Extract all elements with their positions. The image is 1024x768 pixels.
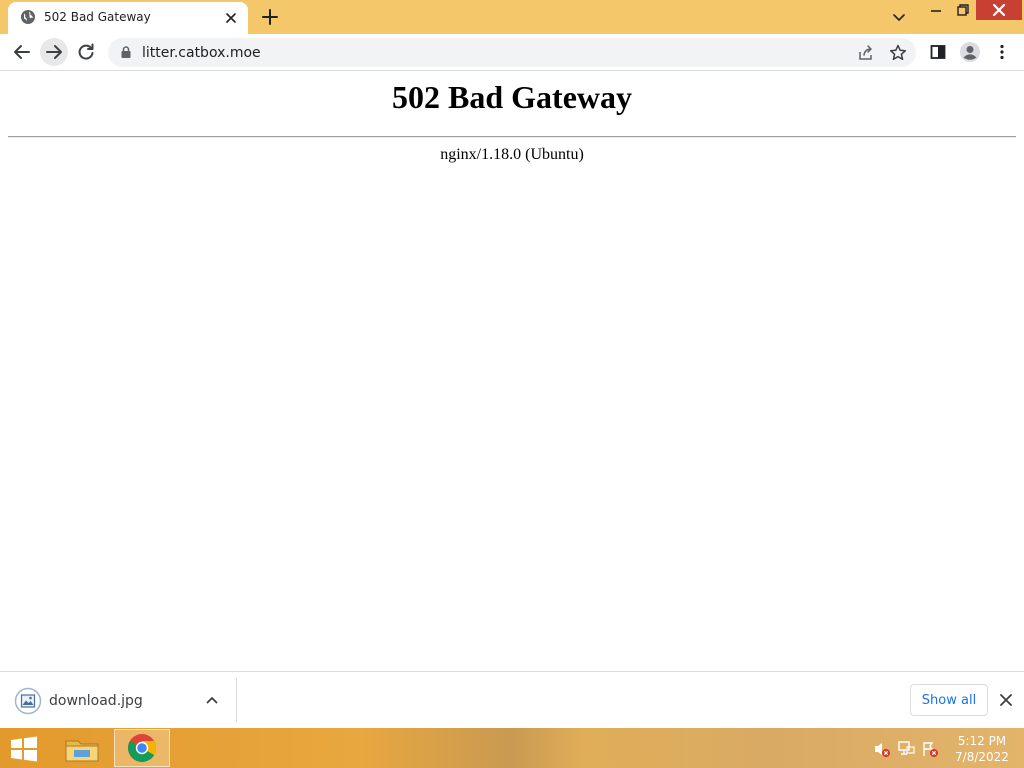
taskbar-chrome-button[interactable]: [114, 729, 170, 767]
reload-icon: [78, 43, 94, 60]
image-file-icon: [14, 687, 42, 715]
windows-taskbar: 5:12 PM 7/8/2022: [0, 728, 1024, 768]
horizontal-rule: [8, 136, 1016, 138]
close-icon[interactable]: [996, 690, 1016, 710]
download-filename: download.jpg: [49, 693, 143, 709]
download-item[interactable]: download.jpg: [0, 672, 236, 728]
tab-close-icon[interactable]: [222, 9, 240, 27]
url-text[interactable]: litter.catbox.moe: [142, 45, 261, 61]
side-panel-button[interactable]: [924, 38, 952, 66]
globe-icon: [21, 10, 35, 24]
system-clock[interactable]: 5:12 PM 7/8/2022: [946, 733, 1018, 765]
network-icon[interactable]: [897, 740, 915, 758]
address-bar[interactable]: litter.catbox.moe: [108, 38, 916, 67]
show-all-button[interactable]: Show all: [910, 684, 988, 716]
browser-menu-button[interactable]: [988, 38, 1016, 66]
shelf-divider: [236, 678, 237, 722]
chevron-up-icon[interactable]: [203, 691, 221, 709]
new-tab-icon[interactable]: [260, 7, 280, 27]
server-info: nginx/1.18.0 (Ubuntu): [440, 146, 584, 163]
action-center-flag-icon[interactable]: [921, 740, 939, 758]
browser-tabstrip: 502 Bad Gateway: [0, 0, 1024, 34]
clock-date: 7/8/2022: [955, 750, 1009, 764]
page-title: 502 Bad Gateway: [392, 79, 632, 115]
file-explorer-icon[interactable]: [60, 731, 104, 767]
tab-search-chevron-icon[interactable]: [888, 7, 910, 27]
reload-button[interactable]: [72, 38, 100, 66]
arrow-right-icon: [46, 45, 62, 59]
window-close-button[interactable]: [976, 0, 1022, 20]
volume-muted-icon[interactable]: [873, 740, 891, 758]
kebab-menu-icon: [1000, 44, 1004, 60]
chrome-icon: [128, 734, 156, 762]
forward-button[interactable]: [40, 38, 68, 66]
back-button[interactable]: [8, 38, 36, 66]
close-icon: [992, 3, 1006, 17]
minimize-icon[interactable]: [922, 0, 950, 20]
clock-time: 5:12 PM: [957, 734, 1007, 748]
page-content: 502 Bad Gateway nginx/1.18.0 (Ubuntu): [0, 71, 1024, 671]
windows-start-icon[interactable]: [8, 735, 40, 763]
bookmark-star-icon[interactable]: [888, 43, 908, 63]
browser-toolbar: litter.catbox.moe: [0, 34, 1024, 71]
download-shelf: download.jpg Show all: [0, 671, 1024, 728]
restore-icon[interactable]: [950, 0, 976, 20]
tab-active[interactable]: 502 Bad Gateway: [8, 2, 248, 34]
avatar-icon: [960, 42, 980, 62]
tab-title: 502 Bad Gateway: [44, 10, 151, 24]
side-panel-icon: [930, 45, 946, 59]
share-icon[interactable]: [856, 43, 876, 63]
arrow-left-icon: [14, 45, 30, 59]
lock-icon[interactable]: [119, 45, 133, 59]
profile-button[interactable]: [956, 38, 984, 66]
